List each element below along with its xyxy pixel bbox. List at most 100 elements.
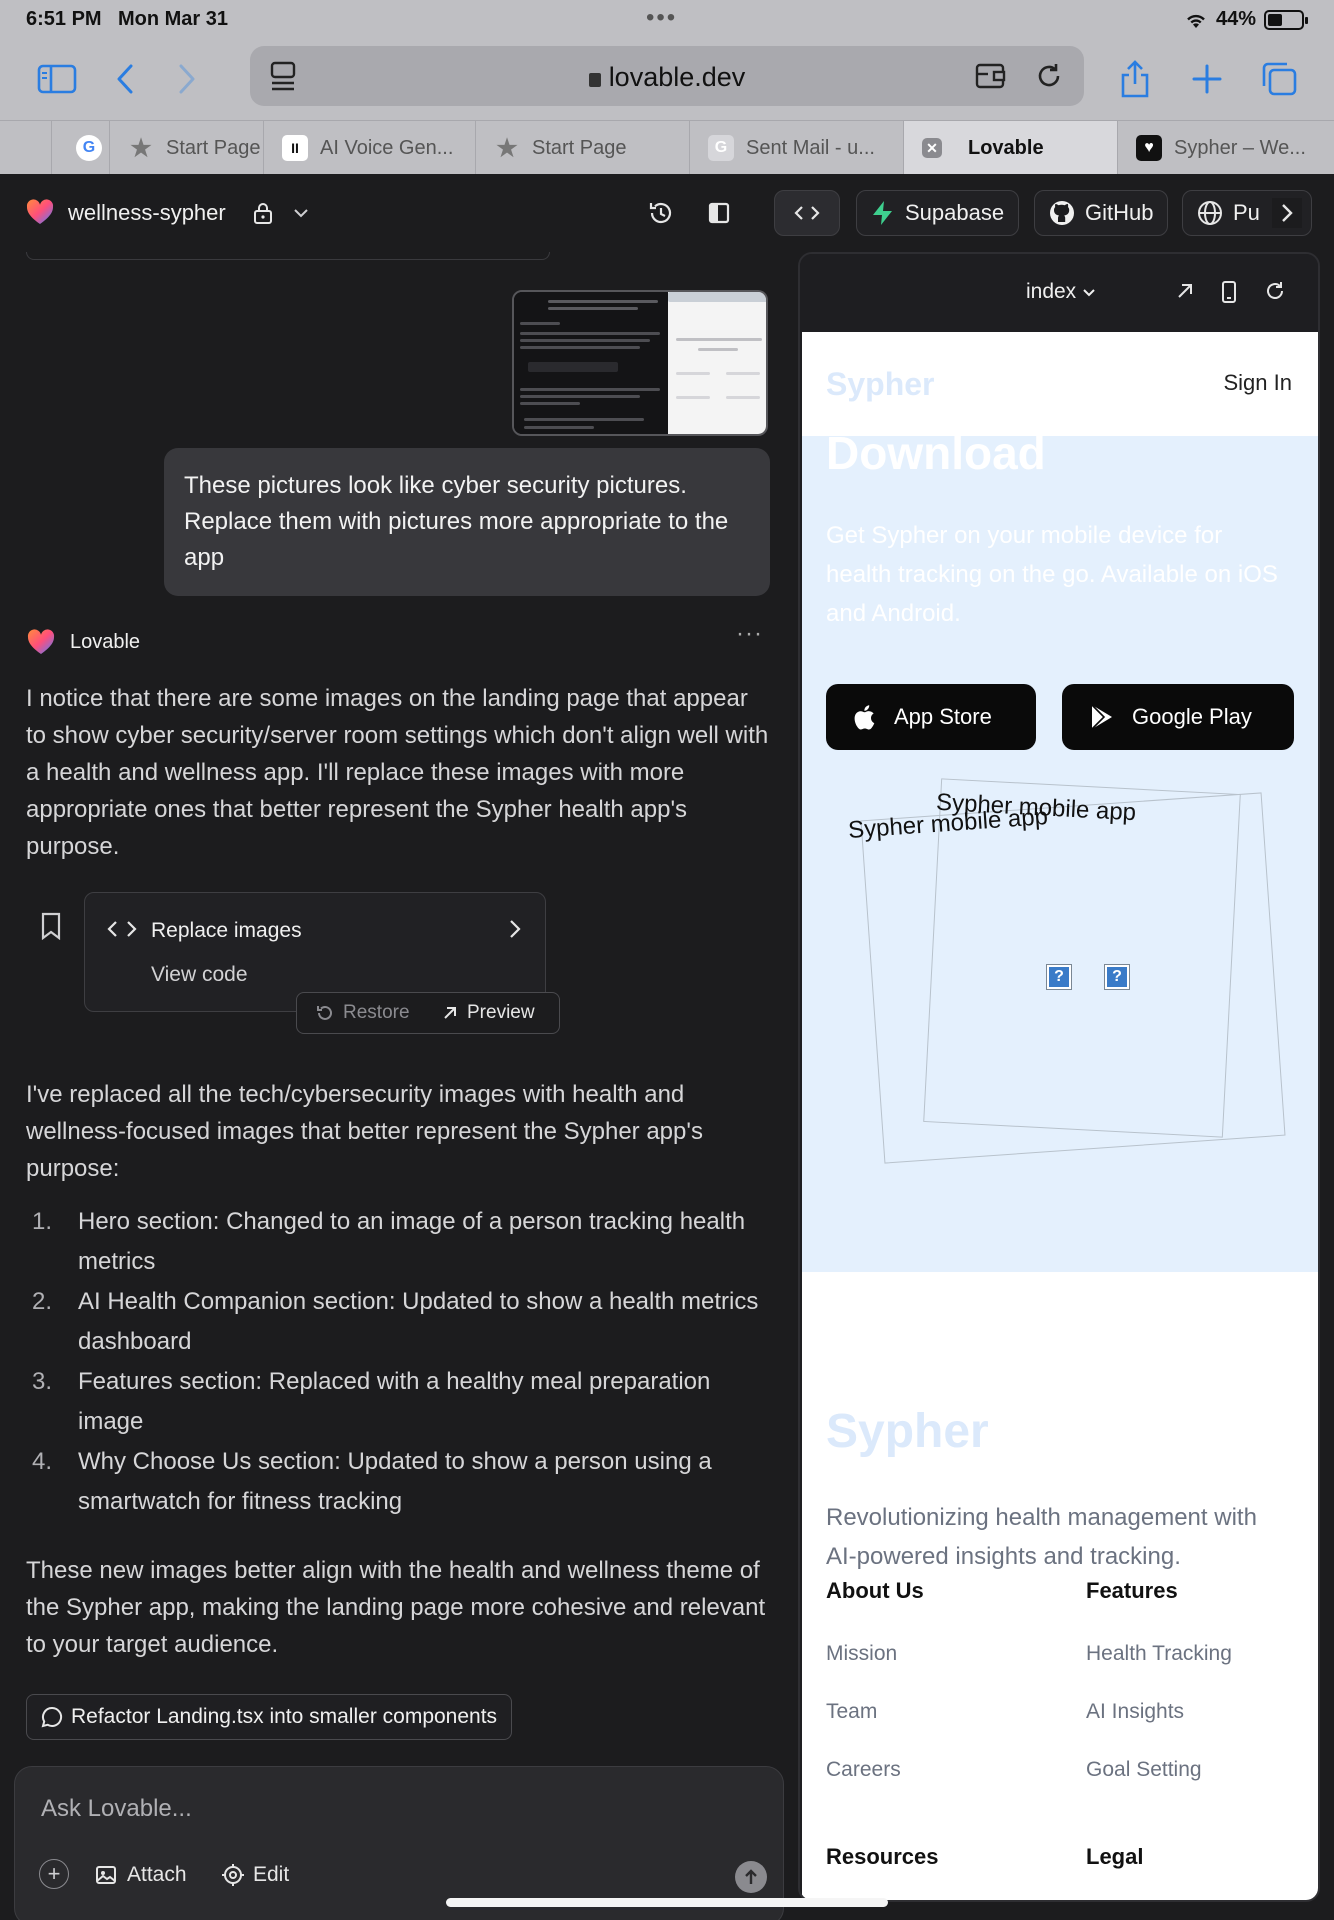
suggestion-chip[interactable]: Refactor Landing.tsx into smaller compon…: [26, 1694, 513, 1740]
sign-in-link[interactable]: Sign In: [1224, 370, 1293, 396]
chat-bubble-icon: [41, 1706, 63, 1728]
lovable-logo-icon: [27, 629, 55, 654]
code-icon: [107, 917, 137, 946]
refresh-icon[interactable]: [1264, 280, 1286, 307]
status-bar: 6:51 PM Mon Mar 31 ••• 44%: [0, 0, 1334, 40]
heart-icon: ♥: [1136, 135, 1162, 161]
chat-input-placeholder[interactable]: Ask Lovable...: [41, 1795, 192, 1823]
github-button[interactable]: GitHub: [1034, 190, 1169, 236]
restore-button[interactable]: Restore: [297, 1002, 433, 1024]
download-section: Download Get Sypher on your mobile devic…: [802, 427, 1318, 1272]
app-header: wellness-sypher Supabase GitHub Pu: [0, 174, 1334, 252]
supabase-icon: [873, 201, 892, 225]
view-code-link[interactable]: View code: [151, 963, 248, 987]
browser-toolbar: lovable.dev: [0, 40, 1334, 120]
sidebar-toggle-icon[interactable]: [32, 54, 82, 104]
bookmark-icon[interactable]: [40, 912, 62, 945]
open-external-icon[interactable]: [1174, 280, 1196, 307]
footer-about-heading: About Us: [826, 1578, 924, 1603]
tab-lovable[interactable]: ✕ Lovable: [904, 121, 1118, 175]
battery-icon: [1264, 9, 1308, 30]
footer-brand: Sypher: [826, 1405, 989, 1458]
tab-bar: G ★ Start Page II AI Voice Gen... ★ Star…: [0, 120, 1334, 175]
globe-icon: [1198, 201, 1222, 225]
chevron-down-icon[interactable]: [286, 198, 316, 228]
footer-link-goal-setting[interactable]: Goal Setting: [1086, 1758, 1202, 1782]
multitasking-dots-icon[interactable]: •••: [646, 4, 677, 32]
previous-card: [26, 252, 550, 260]
more-options-icon[interactable]: ···: [736, 620, 763, 648]
tab-pinned[interactable]: [0, 121, 52, 175]
chat-composer[interactable]: Ask Lovable... + Attach Edit: [14, 1766, 784, 1920]
assistant-name: Lovable: [70, 630, 141, 653]
share-icon[interactable]: [1110, 54, 1160, 104]
mobile-view-icon[interactable]: [1220, 280, 1238, 309]
google-play-button[interactable]: Google Play: [1062, 684, 1294, 750]
version-actions: Restore Preview: [296, 992, 560, 1034]
wifi-icon: [1187, 14, 1205, 28]
code-icon: [794, 206, 820, 220]
app-store-button[interactable]: App Store: [826, 684, 1036, 750]
site-logo[interactable]: Sypher: [826, 366, 934, 403]
history-icon[interactable]: [646, 198, 676, 228]
user-message: These pictures look like cyber security …: [164, 448, 770, 596]
external-link-icon: [444, 1007, 456, 1019]
back-icon[interactable]: [100, 54, 150, 104]
list-item: 4. Why Choose Us section: Updated to show…: [32, 1448, 712, 1515]
tab-start-page-2[interactable]: ★ Start Page: [476, 121, 690, 175]
send-icon[interactable]: [735, 1861, 767, 1893]
footer-legal-heading: Legal: [1086, 1844, 1144, 1869]
tab-sypher[interactable]: ♥ Sypher – We...: [1118, 121, 1334, 175]
edit-button[interactable]: Edit: [221, 1863, 289, 1887]
assistant-summary: I've replaced all the tech/cybersecurity…: [26, 1081, 703, 1182]
extension-icon[interactable]: [974, 60, 1008, 97]
star-icon: ★: [496, 134, 518, 162]
assistant-header: Lovable: [26, 628, 140, 656]
project-name[interactable]: wellness-sypher: [68, 200, 226, 226]
assistant-closing: These new images better align with the h…: [26, 1557, 766, 1658]
plus-icon[interactable]: +: [39, 1859, 69, 1889]
star-icon: ★: [130, 134, 152, 162]
attach-button[interactable]: Attach: [95, 1863, 187, 1887]
sidebar-panel-icon[interactable]: [704, 198, 734, 228]
footer-link-mission[interactable]: Mission: [826, 1642, 897, 1666]
tab-ai-voice[interactable]: II AI Voice Gen...: [264, 121, 476, 175]
reload-icon[interactable]: [1034, 60, 1064, 97]
close-icon[interactable]: ✕: [922, 138, 942, 158]
broken-image-icon: ?: [1046, 964, 1072, 990]
broken-image-icon: ?: [1104, 964, 1130, 990]
footer-link-ai-insights[interactable]: AI Insights: [1086, 1700, 1184, 1724]
home-indicator: [446, 1898, 888, 1907]
preview-panel: index Download Get Sypher on your mobile…: [798, 252, 1320, 1902]
code-view-button[interactable]: [774, 190, 840, 236]
lock-icon: [248, 198, 278, 228]
new-tab-icon[interactable]: [1182, 54, 1232, 104]
github-icon: [1050, 201, 1074, 225]
footer-link-careers[interactable]: Careers: [826, 1758, 901, 1782]
tab-overview-icon[interactable]: [1254, 54, 1304, 104]
tab-sent-mail[interactable]: G Sent Mail - u...: [690, 121, 904, 175]
list-item: 1. Hero section: Changed to an image of a…: [32, 1208, 746, 1275]
play-store-icon: [1091, 704, 1112, 730]
screenshot-thumbnail[interactable]: [512, 290, 768, 436]
supabase-button[interactable]: Supabase: [856, 190, 1020, 236]
tab-start-page-1[interactable]: ★ Start Page: [110, 121, 264, 175]
chat-panel: These pictures look like cyber security …: [0, 252, 790, 1920]
status-time: 6:51 PM: [26, 8, 102, 30]
footer-features-heading: Features: [1086, 1578, 1178, 1603]
gmail-icon: G: [708, 135, 734, 161]
footer-link-health-tracking[interactable]: Health Tracking: [1086, 1642, 1232, 1666]
route-selector[interactable]: index: [800, 280, 1318, 304]
pause-icon: II: [282, 135, 308, 161]
chevron-down-icon: [1083, 289, 1095, 297]
download-description: Get Sypher on your mobile device for hea…: [826, 522, 1278, 627]
forward-icon[interactable]: [162, 54, 212, 104]
preview-button[interactable]: Preview: [433, 1002, 559, 1024]
apple-icon: [854, 705, 875, 730]
footer-link-team[interactable]: Team: [826, 1700, 877, 1724]
address-bar[interactable]: lovable.dev: [250, 46, 1084, 106]
tab-google[interactable]: G: [52, 121, 110, 175]
chevron-right-icon[interactable]: [509, 919, 521, 944]
chevron-right-icon[interactable]: [1272, 198, 1302, 228]
preview-toolbar: index: [800, 254, 1318, 332]
